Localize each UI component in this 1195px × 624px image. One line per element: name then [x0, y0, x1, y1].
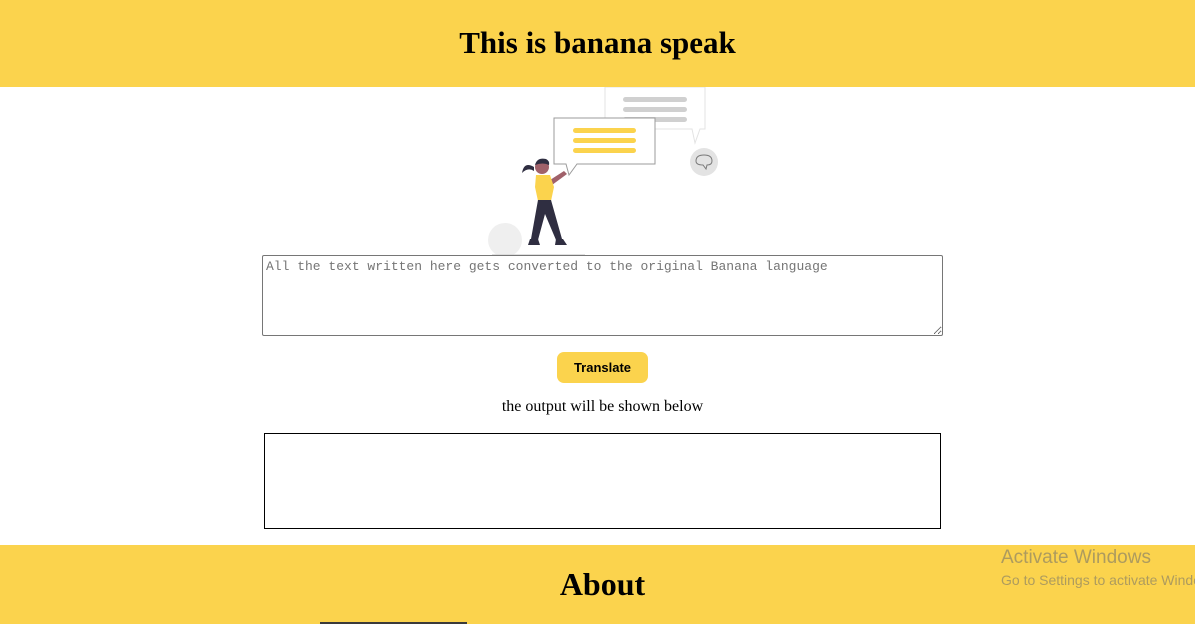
front-chat-bubble-icon: [553, 117, 656, 177]
output-box: [264, 433, 941, 529]
output-caption: the output will be shown below: [501, 398, 704, 415]
page-title: This is banana speak: [459, 24, 736, 60]
watermark-title: Activate Windows: [1001, 547, 1151, 568]
activate-windows-watermark: Activate Windows Go to Settings to activ…: [1001, 547, 1195, 591]
brain-circle-icon: [690, 148, 718, 176]
person-figure: [522, 158, 567, 245]
translate-button[interactable]: Translate: [557, 352, 648, 383]
watermark-subtitle: Go to Settings to activate Windows.: [1001, 572, 1195, 588]
background-blob: [488, 223, 522, 257]
banana-input-textarea[interactable]: [262, 255, 943, 336]
person-with-chat-bubbles-illustration: [488, 87, 718, 257]
page-header: This is banana speak: [0, 0, 1195, 87]
